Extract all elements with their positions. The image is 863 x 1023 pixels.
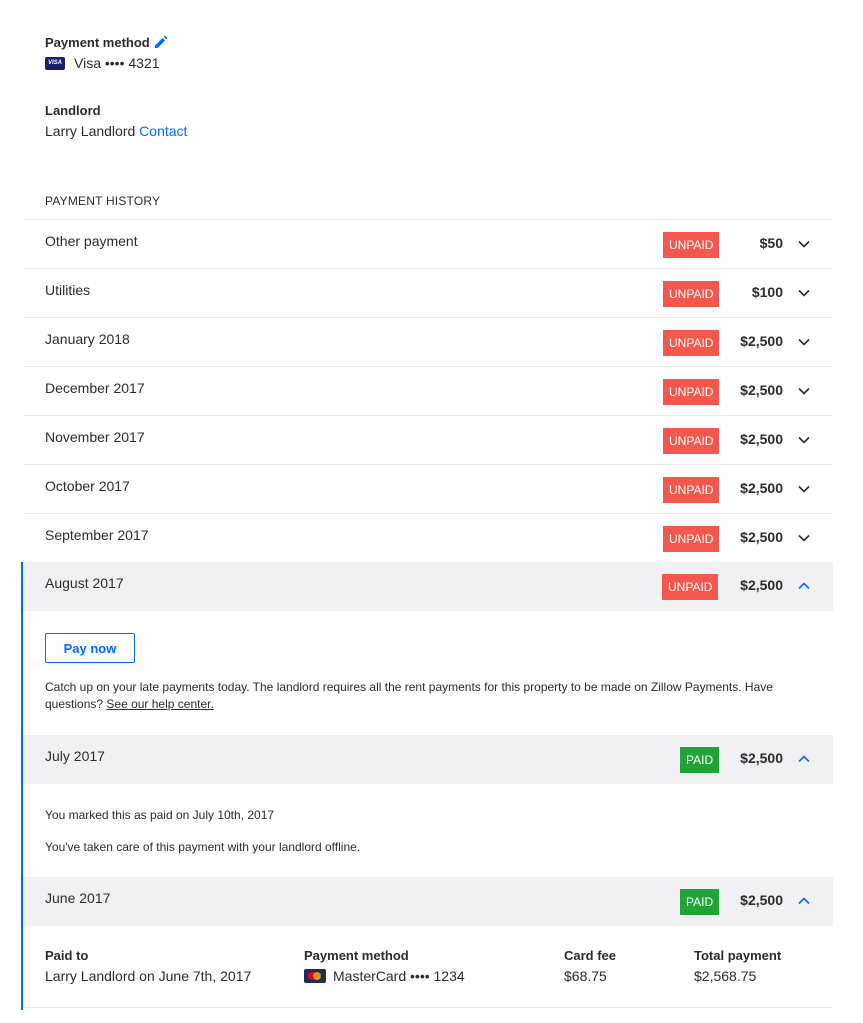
total-payment-label: Total payment: [694, 948, 782, 963]
history-row[interactable]: Other payment UNPAID $50: [24, 219, 833, 268]
visa-card-icon: VISA: [45, 56, 65, 70]
row-label: June 2017: [45, 890, 111, 906]
total-payment-value: $2,568.75: [694, 968, 757, 984]
chevron-down-icon[interactable]: [797, 335, 811, 349]
history-row-header[interactable]: August 2017 UNPAID $2,500: [23, 562, 833, 611]
mastercard-icon: [304, 969, 326, 983]
status-badge: UNPAID: [663, 330, 720, 356]
chevron-down-icon[interactable]: [797, 237, 811, 251]
history-row-header-june[interactable]: June 2017 PAID $2,500: [23, 877, 833, 926]
row-label: December 2017: [45, 380, 145, 396]
history-row-header-july[interactable]: July 2017 PAID $2,500: [23, 735, 833, 784]
payment-method-section: Payment method VISA Visa •••• 4321: [45, 34, 169, 71]
marked-paid-text: You marked this as paid on July 10th, 20…: [45, 808, 275, 822]
row-label: Other payment: [45, 233, 138, 249]
row-label: August 2017: [45, 575, 124, 591]
status-badge: UNPAID: [663, 477, 720, 503]
row-label: Utilities: [45, 282, 91, 298]
chevron-up-icon[interactable]: [797, 752, 811, 766]
paid-to-value: Larry Landlord on June 7th, 2017: [45, 968, 252, 984]
landlord-label: Landlord: [45, 103, 101, 118]
landlord-section: Landlord Larry Landlord Contact: [45, 103, 187, 139]
help-center-link[interactable]: See our help center.: [106, 697, 213, 711]
method-label: Payment method: [304, 948, 409, 963]
row-amount: $2,500: [740, 529, 783, 545]
status-badge: PAID: [680, 889, 720, 915]
row-amount: $2,500: [740, 892, 783, 908]
chevron-down-icon[interactable]: [797, 433, 811, 447]
payment-method-label: Payment method: [45, 34, 150, 50]
status-badge: UNPAID: [663, 526, 720, 552]
status-badge: UNPAID: [663, 379, 720, 405]
history-row[interactable]: September 2017 UNPAID $2,500: [24, 513, 833, 562]
history-row[interactable]: November 2017 UNPAID $2,500: [24, 415, 833, 464]
history-row[interactable]: October 2017 UNPAID $2,500: [24, 464, 833, 513]
status-badge: UNPAID: [663, 428, 720, 454]
chevron-up-icon[interactable]: [797, 894, 811, 908]
status-badge: UNPAID: [663, 281, 720, 307]
history-row[interactable]: December 2017 UNPAID $2,500: [24, 366, 833, 415]
pay-now-button[interactable]: Pay now: [45, 633, 135, 663]
history-item-august-2017: August 2017 UNPAID $2,500 Pay now Catch …: [21, 562, 833, 1010]
row-amount: $2,500: [740, 750, 783, 766]
payment-history-title: PAYMENT HISTORY: [45, 194, 161, 208]
history-row[interactable]: Utilities UNPAID $100: [24, 268, 833, 317]
status-badge: PAID: [680, 747, 720, 773]
row-amount: $2,500: [740, 431, 783, 447]
contact-link[interactable]: Contact: [139, 123, 187, 139]
card-fee-value: $68.75: [564, 968, 607, 984]
pencil-icon[interactable]: [153, 34, 169, 50]
june-panel: Paid to Larry Landlord on June 7th, 2017…: [23, 926, 833, 1010]
chevron-up-icon[interactable]: [797, 579, 811, 593]
july-panel: You marked this as paid on July 10th, 20…: [23, 784, 833, 877]
row-amount: $2,500: [740, 333, 783, 349]
payment-history-list: Other payment UNPAID $50 Utilities UNPAID $10…: [21, 219, 833, 1010]
chevron-down-icon[interactable]: [797, 384, 811, 398]
august-panel: Pay now Catch up on your late payments t…: [23, 611, 833, 735]
history-row[interactable]: January 2018 UNPAID $2,500: [24, 317, 833, 366]
row-label: October 2017: [45, 478, 130, 494]
paid-to-label: Paid to: [45, 948, 89, 963]
chevron-down-icon[interactable]: [797, 286, 811, 300]
chevron-down-icon[interactable]: [797, 531, 811, 545]
row-label: September 2017: [45, 527, 149, 543]
chevron-down-icon[interactable]: [797, 482, 811, 496]
row-amount: $100: [751, 284, 783, 300]
method-value: MasterCard •••• 1234: [333, 968, 465, 984]
row-amount: $50: [759, 235, 783, 251]
offline-text: You've taken care of this payment with y…: [45, 840, 361, 854]
divider: [24, 1007, 833, 1008]
row-amount: $2,500: [740, 480, 783, 496]
row-label: November 2017: [45, 429, 145, 445]
row-amount: $2,500: [740, 382, 783, 398]
landlord-name: Larry Landlord: [45, 123, 136, 139]
card-fee-label: Card fee: [564, 948, 617, 963]
row-amount: $2,500: [740, 577, 783, 593]
row-label: January 2018: [45, 331, 130, 347]
payment-method-value: Visa •••• 4321: [74, 55, 160, 71]
row-label: July 2017: [45, 748, 105, 764]
status-badge: UNPAID: [663, 232, 720, 258]
status-badge: UNPAID: [662, 574, 719, 600]
